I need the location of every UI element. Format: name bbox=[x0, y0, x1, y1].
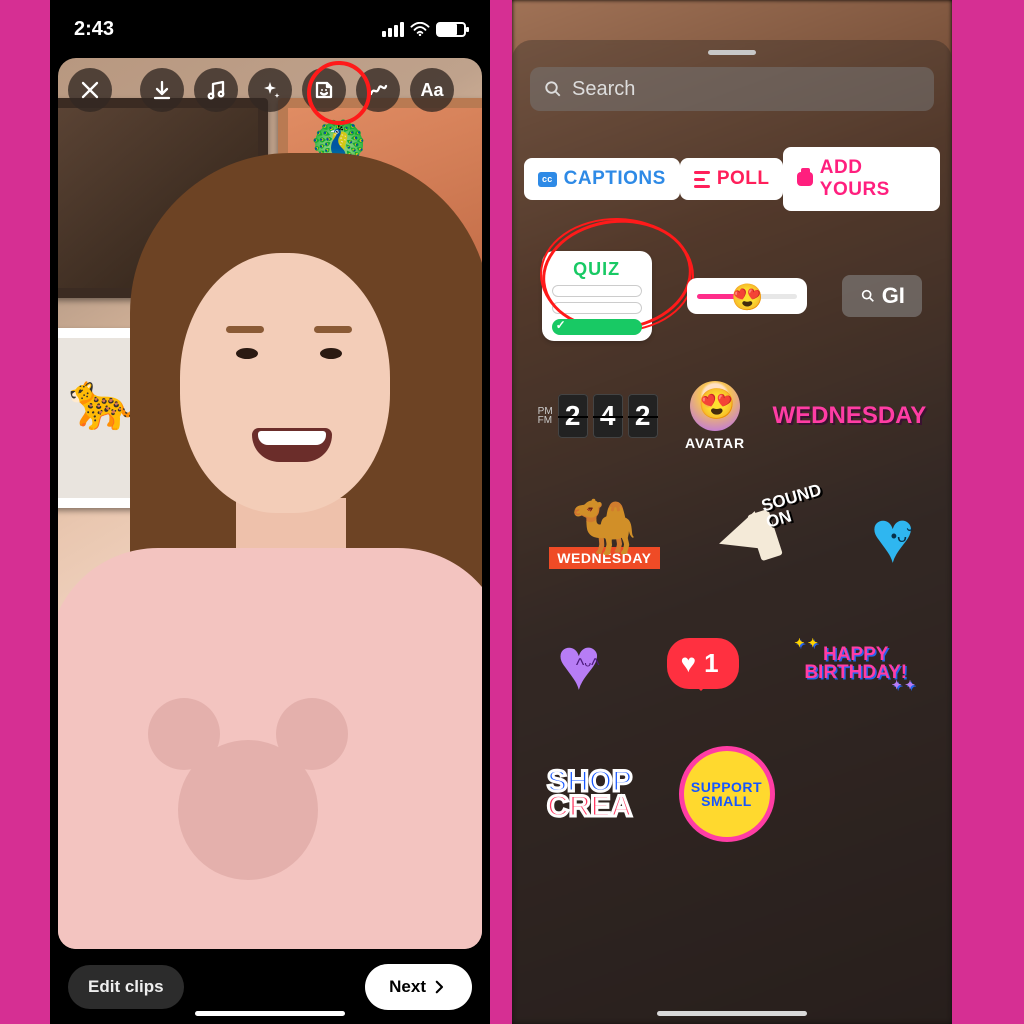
search-placeholder: Search bbox=[572, 78, 635, 101]
download-button[interactable] bbox=[140, 68, 184, 112]
effects-button[interactable] bbox=[248, 68, 292, 112]
sound-on-label: SOUNDON bbox=[759, 481, 827, 531]
clock-digit: 2 bbox=[628, 394, 658, 438]
wink-face-icon: •ᴗ˘ bbox=[891, 526, 913, 547]
sticker-row-chips: cc CAPTIONS POLL ADD YOURS bbox=[512, 135, 952, 239]
poll-label: POLL bbox=[717, 168, 770, 190]
captions-label: CAPTIONS bbox=[564, 168, 666, 190]
editor-toolbar: Aa bbox=[68, 68, 472, 112]
cellular-icon bbox=[382, 22, 404, 37]
add-yours-label: ADD YOURS bbox=[820, 157, 926, 201]
quiz-label: QUIZ bbox=[552, 259, 642, 280]
purple-heart-sticker[interactable]: ♥^ᵕ^ bbox=[557, 621, 601, 706]
sticker-row-4: 🐪 WEDNESDAY SOUNDON ♥•ᴗ˘ bbox=[512, 479, 952, 609]
quiz-sticker[interactable]: QUIZ bbox=[542, 251, 652, 341]
avatar-sticker[interactable]: AVATAR bbox=[685, 381, 745, 451]
shop-sticker[interactable]: SHOPCREA bbox=[547, 769, 632, 819]
draw-button[interactable] bbox=[356, 68, 400, 112]
humpday-sticker[interactable]: 🐪 WEDNESDAY bbox=[549, 503, 659, 569]
story-preview: 🦚 🐆 Aa bbox=[58, 58, 482, 949]
edit-clips-button[interactable]: Edit clips bbox=[68, 965, 184, 1009]
poll-icon bbox=[694, 171, 710, 188]
camel-icon: 🐪 bbox=[571, 503, 638, 551]
sound-on-sticker[interactable]: SOUNDON bbox=[710, 491, 820, 581]
battery-icon bbox=[436, 22, 466, 37]
happy-birthday-sticker[interactable]: HAPPYBIRTHDAY! bbox=[804, 646, 907, 682]
heart-eyes-icon: 😍 bbox=[731, 282, 763, 313]
avatar-label: AVATAR bbox=[685, 435, 745, 451]
captions-sticker[interactable]: cc CAPTIONS bbox=[524, 158, 680, 200]
story-editor-screen: 2:43 🦚 🐆 bbox=[50, 0, 490, 1024]
home-indicator bbox=[657, 1011, 807, 1016]
status-bar: 2:43 bbox=[50, 0, 490, 58]
poll-sticker[interactable]: POLL bbox=[680, 158, 784, 200]
music-button[interactable] bbox=[194, 68, 238, 112]
heart-icon: ♥ bbox=[681, 648, 696, 679]
gif-label: GI bbox=[882, 283, 905, 309]
sheet-grabber[interactable] bbox=[708, 50, 756, 55]
sticker-row-3: PMFM 2 4 2 AVATAR WEDNESDAY bbox=[512, 369, 952, 479]
emoji-slider-sticker[interactable]: 😍 bbox=[687, 278, 807, 314]
sticker-row-6: SHOPCREA SUPPORTSMALL bbox=[512, 734, 952, 842]
next-label: Next bbox=[389, 977, 426, 997]
next-button[interactable]: Next bbox=[365, 964, 472, 1010]
sticker-row-2: QUIZ 😍 GI bbox=[512, 239, 952, 369]
cc-icon: cc bbox=[538, 172, 557, 187]
clock-digit: 2 bbox=[558, 394, 588, 438]
gif-search-sticker[interactable]: GI bbox=[842, 275, 922, 317]
chevron-right-icon bbox=[430, 978, 448, 996]
search-icon bbox=[544, 80, 562, 98]
wednesday-text-sticker[interactable]: WEDNESDAY bbox=[773, 402, 927, 430]
text-button[interactable]: Aa bbox=[410, 68, 454, 112]
blue-heart-sticker[interactable]: ♥•ᴗ˘ bbox=[871, 494, 915, 579]
clock-digit: 4 bbox=[593, 394, 623, 438]
support-small-sticker[interactable]: SUPPORTSMALL bbox=[679, 746, 775, 842]
sticker-search-input[interactable]: Search bbox=[530, 67, 934, 111]
search-icon bbox=[860, 288, 876, 304]
ampm-label: PMFM bbox=[538, 407, 553, 425]
home-indicator bbox=[195, 1011, 345, 1016]
wifi-icon bbox=[410, 22, 430, 36]
camera-icon bbox=[797, 172, 812, 186]
sticker-sheet[interactable]: Search cc CAPTIONS POLL ADD YOURS QUIZ bbox=[512, 40, 952, 1024]
status-right bbox=[382, 22, 466, 37]
avatar-image bbox=[690, 381, 740, 431]
like-count: 1 bbox=[704, 648, 718, 679]
clock-sticker[interactable]: PMFM 2 4 2 bbox=[538, 394, 658, 438]
like-count-sticker[interactable]: ♥ 1 bbox=[667, 638, 739, 689]
status-time: 2:43 bbox=[74, 18, 114, 41]
cheetah-art: 🐆 bbox=[68, 368, 138, 434]
sticker-button[interactable] bbox=[302, 68, 346, 112]
laugh-face-icon: ^ᵕ^ bbox=[576, 655, 600, 676]
close-button[interactable] bbox=[68, 68, 112, 112]
sticker-picker-screen: Search cc CAPTIONS POLL ADD YOURS QUIZ bbox=[512, 0, 952, 1024]
sticker-row-5: ♥^ᵕ^ ♥ 1 HAPPYBIRTHDAY! bbox=[512, 609, 952, 734]
person-face bbox=[180, 253, 390, 513]
add-yours-sticker[interactable]: ADD YOURS bbox=[783, 147, 940, 211]
